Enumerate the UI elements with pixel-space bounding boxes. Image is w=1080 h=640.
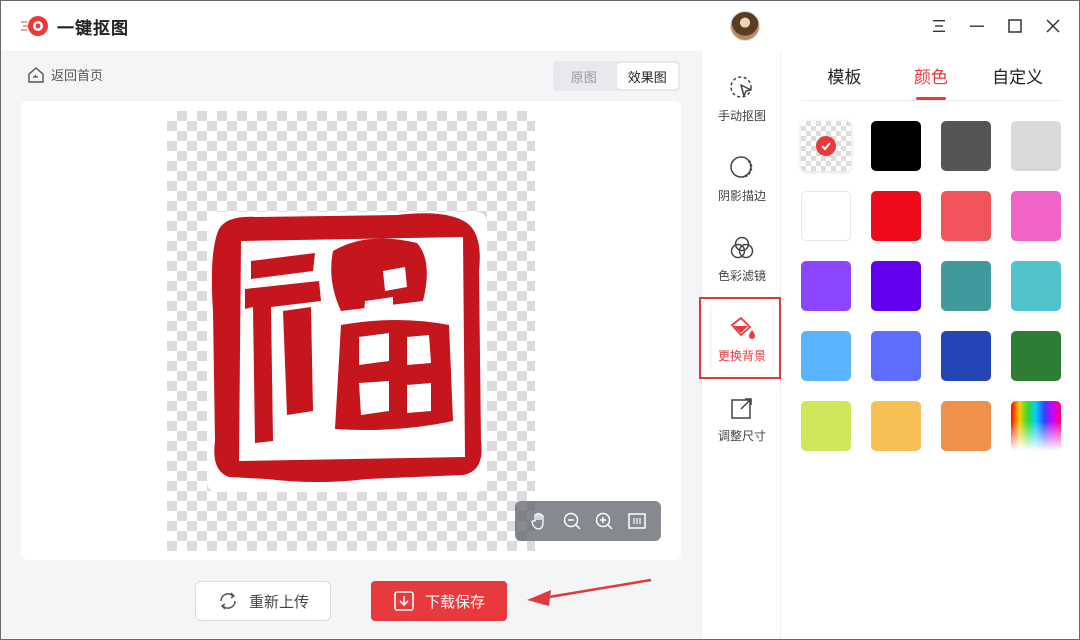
color-swatch[interactable] [941, 191, 991, 241]
tool-shadow-outline[interactable]: 阴影描边 [702, 143, 782, 215]
color-swatch[interactable] [801, 261, 851, 311]
color-swatch[interactable] [801, 191, 851, 241]
maximize-icon[interactable] [1002, 13, 1028, 39]
color-swatch[interactable] [1011, 121, 1061, 171]
zoom-in-icon[interactable] [592, 509, 616, 533]
annotation-arrow [527, 578, 652, 606]
app-title: 一键抠图 [57, 18, 129, 39]
color-swatch[interactable] [1011, 401, 1061, 451]
fit-screen-icon[interactable] [625, 509, 649, 533]
color-swatch[interactable] [871, 121, 921, 171]
zoom-out-icon[interactable] [560, 509, 584, 533]
title-bar: 一键抠图 [1, 1, 1079, 51]
color-swatch[interactable] [941, 121, 991, 171]
back-home-link[interactable]: 返回首页 [27, 65, 103, 84]
manual-cutout-icon [730, 75, 752, 98]
color-swatch[interactable] [1011, 331, 1061, 381]
download-save-button[interactable]: 下载保存 [371, 581, 507, 621]
color-swatch[interactable] [871, 191, 921, 241]
reupload-button[interactable]: 重新上传 [195, 581, 331, 621]
close-icon[interactable] [1040, 13, 1066, 39]
color-filter-icon [730, 236, 754, 258]
panel-tabs: 模板 颜色 自定义 [801, 51, 1061, 101]
fu-stamp-image [207, 212, 487, 492]
reupload-label: 重新上传 [248, 592, 309, 611]
app-window: 一键抠图 返回首页 原图 效果图 重新上传 下载保存 手动抠图 阴影描边 色彩滤… [0, 0, 1080, 640]
menu-icon[interactable] [926, 13, 952, 39]
view-toggle: 原图 效果图 [553, 61, 680, 91]
minimize-icon[interactable] [964, 13, 990, 39]
tool-label: 手动抠图 [717, 108, 766, 123]
background-panel: 模板 颜色 自定义 [781, 51, 1079, 639]
tool-label: 调整尺寸 [717, 428, 766, 443]
color-swatch[interactable] [871, 401, 921, 451]
color-swatch[interactable] [941, 261, 991, 311]
main-area: 返回首页 原图 效果图 重新上传 下载保存 [1, 51, 701, 639]
app-logo-icon [21, 13, 49, 39]
tab-template[interactable]: 模板 [801, 51, 888, 100]
app-logo: 一键抠图 [21, 13, 129, 39]
color-swatch[interactable] [1011, 191, 1061, 241]
user-avatar[interactable] [730, 11, 760, 41]
tool-color-filter[interactable]: 色彩滤镜 [702, 223, 782, 295]
color-swatch[interactable] [941, 401, 991, 451]
resize-icon [731, 397, 752, 419]
download-save-label: 下载保存 [424, 592, 485, 611]
home-icon [28, 66, 44, 83]
color-swatch[interactable] [801, 401, 851, 451]
color-swatch[interactable] [871, 331, 921, 381]
zoom-toolbar [515, 501, 661, 541]
color-swatch[interactable] [941, 331, 991, 381]
back-home-label: 返回首页 [51, 69, 104, 84]
color-swatch[interactable] [1011, 261, 1061, 311]
hand-icon[interactable] [527, 509, 551, 533]
shadow-outline-icon [730, 155, 753, 178]
view-original-option[interactable]: 原图 [553, 61, 615, 91]
color-swatch[interactable] [871, 261, 921, 311]
transparent-background [167, 111, 535, 551]
tool-label: 阴影描边 [717, 188, 766, 203]
highlight-annotation-box [699, 297, 781, 379]
refresh-icon [220, 592, 236, 610]
tab-custom[interactable]: 自定义 [974, 51, 1061, 100]
color-swatch[interactable] [801, 121, 851, 171]
tool-resize[interactable]: 调整尺寸 [702, 383, 782, 455]
color-swatch[interactable] [801, 331, 851, 381]
tab-color[interactable]: 颜色 [888, 51, 975, 100]
image-canvas [21, 101, 681, 560]
selected-check-icon [816, 136, 836, 156]
tool-label: 色彩滤镜 [717, 268, 766, 283]
download-icon [394, 591, 414, 611]
tool-manual-cutout[interactable]: 手动抠图 [702, 63, 782, 135]
view-result-option[interactable]: 效果图 [616, 63, 678, 89]
